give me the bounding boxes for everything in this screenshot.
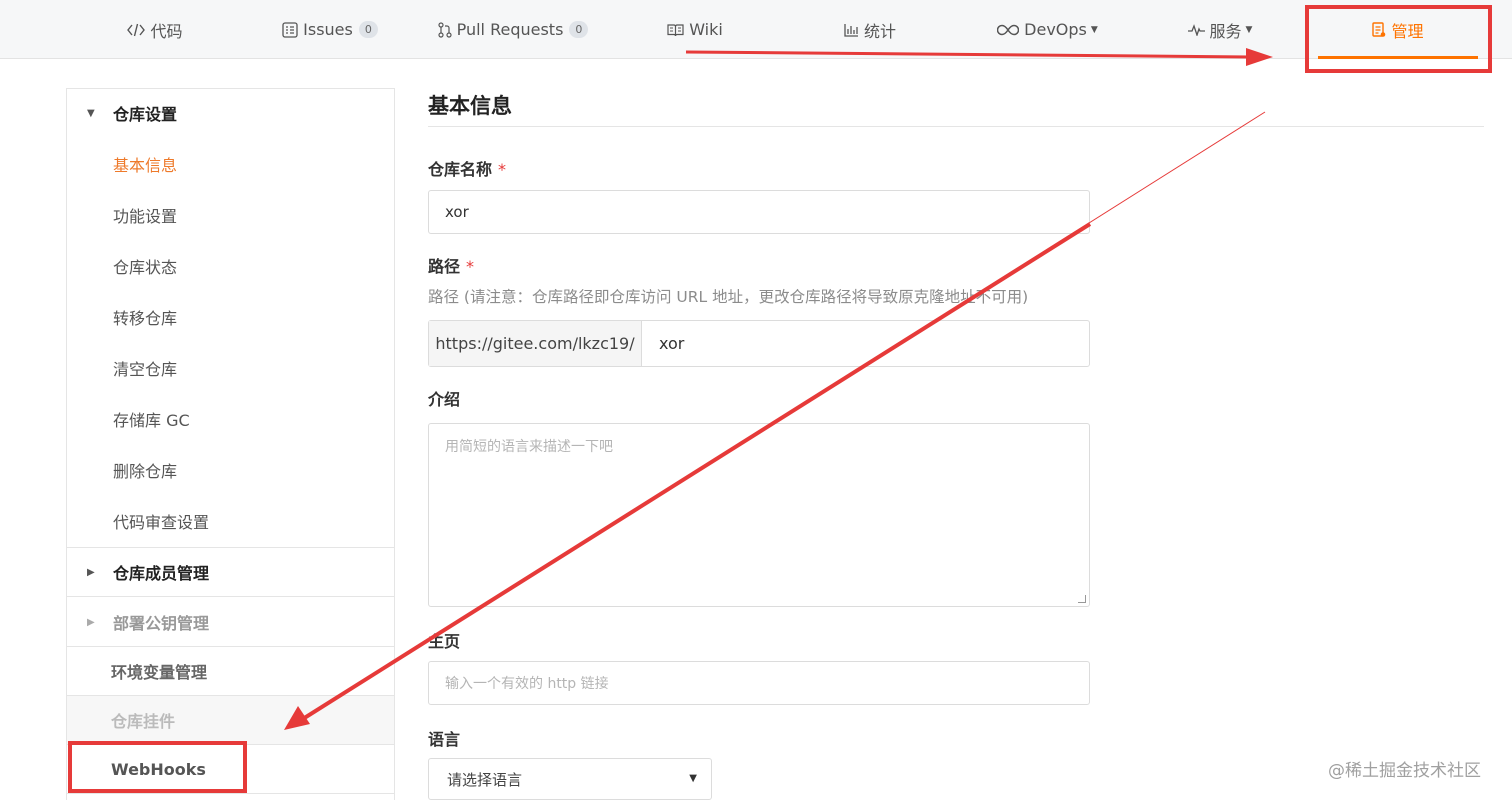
sidebar-item-transfer[interactable]: 转移仓库 (113, 305, 177, 329)
tab-devops-label: DevOps (1024, 20, 1087, 39)
sidebar-group-repo-settings[interactable]: ▼ 仓库设置 (67, 101, 394, 125)
sidebar-group-label: 部署公钥管理 (113, 614, 210, 633)
issues-count-badge: 0 (358, 21, 378, 38)
divider (67, 793, 394, 794)
sidebar-item-label: 环境变量管理 (111, 663, 208, 682)
repo-name-label: 仓库名称 * (428, 156, 506, 180)
tab-code-label: 代码 (150, 21, 183, 41)
language-label: 语言 (428, 730, 461, 749)
language-select-value: 请选择语言 (447, 770, 523, 789)
label-text: 路径 (428, 257, 461, 276)
book-icon (667, 23, 684, 37)
divider (428, 126, 1484, 127)
sidebar-item-features[interactable]: 功能设置 (113, 203, 177, 227)
sidebar-group-deploy-keys[interactable]: ▶ 部署公钥管理 (67, 610, 394, 634)
tab-stats[interactable]: 统计 (825, 0, 915, 59)
sidebar-item-plugins[interactable]: 仓库挂件 (67, 696, 394, 744)
bar-chart-icon (844, 23, 859, 37)
sidebar-item-label: 仓库挂件 (111, 712, 176, 731)
pulse-icon (1187, 23, 1205, 36)
caret-down-icon: ▼ (87, 107, 95, 119)
pull-requests-count-badge: 0 (569, 21, 589, 38)
sidebar-item-gc[interactable]: 存储库 GC (113, 407, 190, 431)
divider (67, 646, 394, 647)
resize-handle-icon[interactable] (1078, 595, 1086, 603)
required-mark: * (498, 160, 507, 179)
annotation-highlight-manage (1305, 5, 1492, 73)
tab-devops[interactable]: DevOps ▼ (990, 0, 1105, 59)
language-select[interactable]: 请选择语言 ▼ (428, 758, 712, 800)
tab-services[interactable]: 服务 ▼ (1175, 0, 1265, 59)
homepage-label: 主页 (428, 632, 461, 651)
caret-right-icon: ▶ (87, 616, 95, 628)
pull-request-icon (437, 21, 452, 38)
repo-name-input[interactable]: xor (428, 190, 1090, 234)
path-label: 路径 * (428, 253, 474, 277)
sidebar-group-label: 仓库成员管理 (113, 564, 210, 583)
divider (67, 596, 394, 597)
sidebar-item-delete[interactable]: 删除仓库 (113, 458, 177, 482)
watermark: @稀土掘金技术社区 (1328, 761, 1481, 781)
chevron-down-icon: ▼ (1090, 24, 1098, 35)
caret-right-icon: ▶ (87, 566, 95, 578)
sidebar-item-env-vars[interactable]: 环境变量管理 (67, 659, 394, 683)
tab-issues-label: Issues (303, 20, 353, 39)
label-text: 仓库名称 (428, 160, 493, 179)
tab-services-label: 服务 (1209, 21, 1242, 41)
page-title: 基本信息 (428, 94, 512, 118)
code-icon (127, 23, 146, 37)
repo-nav-bar: 代码 Issues 0 Pull Requests 0 Wiki 统计 DevOps… (0, 0, 1512, 59)
tab-code[interactable]: 代码 (110, 0, 200, 59)
chevron-down-icon: ▼ (689, 773, 697, 784)
path-input[interactable]: xor (642, 321, 1089, 366)
tab-wiki[interactable]: Wiki (655, 0, 735, 59)
intro-textarea[interactable]: 用简短的语言来描述一下吧 (428, 423, 1090, 607)
sidebar-group-label: 仓库设置 (113, 105, 178, 124)
sidebar-group-members[interactable]: ▶ 仓库成员管理 (67, 560, 394, 584)
divider (67, 547, 394, 548)
settings-sidebar: ▼ 仓库设置 基本信息 功能设置 仓库状态 转移仓库 清空仓库 存储库 GC 删… (66, 88, 395, 800)
sidebar-item-clear[interactable]: 清空仓库 (113, 356, 177, 380)
tab-wiki-label: Wiki (689, 20, 723, 39)
sidebar-item-code-review[interactable]: 代码审查设置 (113, 509, 209, 533)
tab-issues[interactable]: Issues 0 (270, 0, 390, 59)
required-mark: * (466, 257, 475, 276)
path-prefix: https://gitee.com/lkzc19/ (429, 321, 642, 366)
tab-pull-requests[interactable]: Pull Requests 0 (428, 0, 598, 59)
annotation-highlight-webhooks (68, 741, 247, 793)
intro-placeholder: 用简短的语言来描述一下吧 (445, 439, 613, 455)
tab-stats-label: 统计 (863, 21, 896, 41)
chevron-down-icon: ▼ (1245, 24, 1253, 35)
tab-pull-requests-label: Pull Requests (456, 20, 564, 39)
path-hint: 路径 (请注意：仓库路径即仓库访问 URL 地址，更改仓库路径将导致原克隆地址不… (428, 288, 1029, 306)
homepage-input[interactable]: 输入一个有效的 http 链接 (428, 661, 1090, 705)
path-input-group: https://gitee.com/lkzc19/ xor (428, 320, 1090, 367)
infinity-icon (997, 24, 1020, 36)
issues-icon (282, 21, 298, 38)
sidebar-item-basic-info[interactable]: 基本信息 (113, 152, 177, 176)
sidebar-item-repo-status[interactable]: 仓库状态 (113, 254, 177, 278)
intro-label: 介绍 (428, 390, 461, 409)
